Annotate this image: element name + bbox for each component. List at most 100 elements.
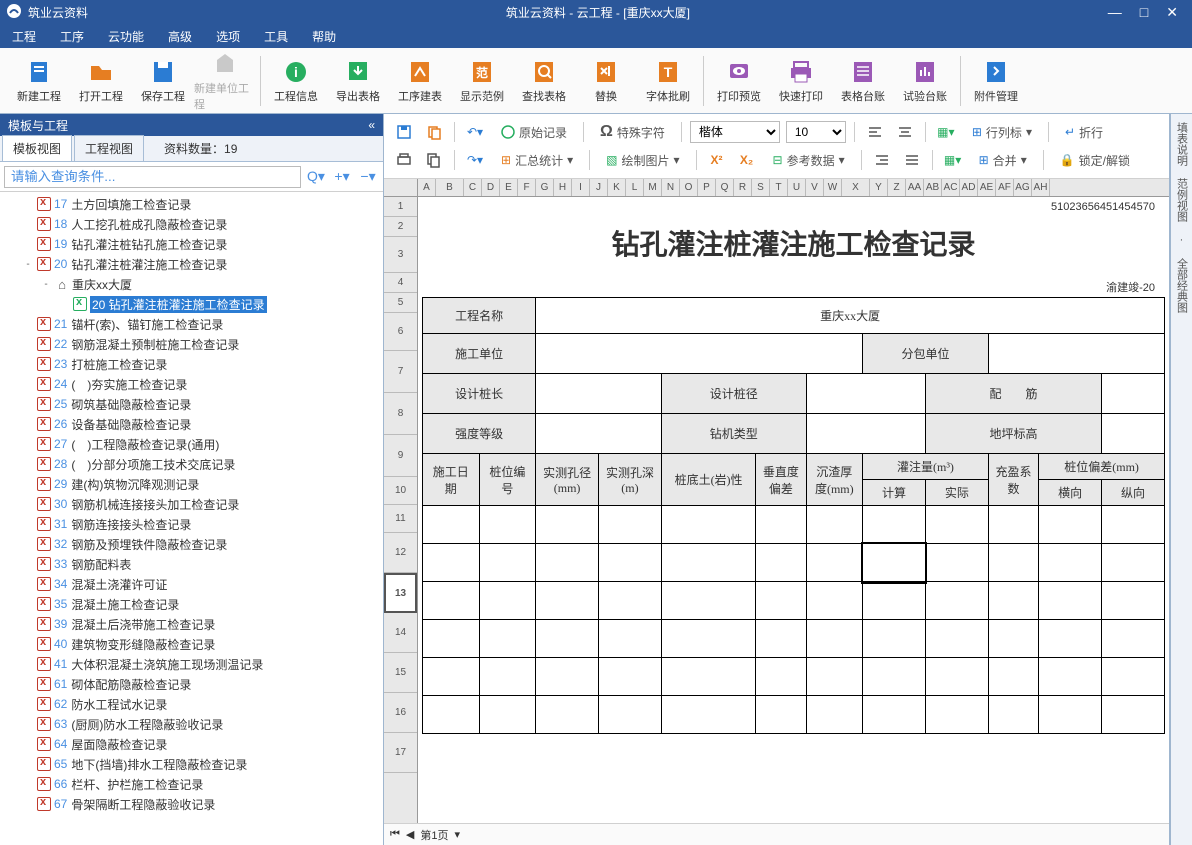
merge-button[interactable]: ⊞合并▾: [971, 148, 1035, 172]
value-strength[interactable]: [536, 414, 662, 454]
search-icon[interactable]: Q▾: [305, 166, 327, 188]
menu-project[interactable]: 工程: [12, 28, 36, 45]
ribbon-快速打印[interactable]: 快速打印: [770, 50, 832, 112]
maximize-button[interactable]: □: [1140, 4, 1148, 21]
value-design-length[interactable]: [536, 374, 662, 414]
tree-item[interactable]: 64屋面隐蔽检查记录: [4, 734, 383, 754]
tree-item[interactable]: 35混凝土施工检查记录: [4, 594, 383, 614]
redo-icon[interactable]: ↷▾: [463, 148, 487, 172]
tree-item[interactable]: 17土方回填施工检查记录: [4, 194, 383, 214]
ribbon-新建工程[interactable]: 新建工程: [8, 50, 70, 112]
col-header[interactable]: G: [536, 179, 554, 196]
col-header[interactable]: A: [418, 179, 436, 196]
tree-item[interactable]: 61砌体配筋隐蔽检查记录: [4, 674, 383, 694]
tree-item[interactable]: -⌂重庆xx大厦: [4, 274, 383, 294]
tree-item[interactable]: 34混凝土浇灌许可证: [4, 574, 383, 594]
reference-data-button[interactable]: ⊟参考数据▾: [765, 148, 853, 172]
ribbon-附件管理[interactable]: 附件管理: [965, 50, 1027, 112]
menu-process[interactable]: 工序: [60, 28, 84, 45]
first-page-icon[interactable]: ⏮: [390, 828, 400, 841]
col-header[interactable]: X: [842, 179, 870, 196]
col-header[interactable]: J: [590, 179, 608, 196]
row-header[interactable]: 14: [384, 613, 417, 653]
tree-item[interactable]: 27( )工程隐蔽检查记录(通用): [4, 434, 383, 454]
col-header[interactable]: AA: [906, 179, 924, 196]
col-header[interactable]: D: [482, 179, 500, 196]
col-header[interactable]: U: [788, 179, 806, 196]
row-header[interactable]: 15: [384, 653, 417, 693]
ribbon-显示范例[interactable]: 范显示范例: [451, 50, 513, 112]
col-header[interactable]: Z: [888, 179, 906, 196]
tab-template-view[interactable]: 模板视图: [2, 135, 72, 161]
ribbon-工程信息[interactable]: i工程信息: [265, 50, 327, 112]
prev-page-icon[interactable]: ◀: [406, 828, 414, 841]
lock-button[interactable]: 🔒锁定/解锁: [1052, 148, 1138, 172]
subscript-icon[interactable]: X₂: [735, 148, 759, 172]
col-header[interactable]: Y: [870, 179, 888, 196]
add-icon[interactable]: +▾: [331, 166, 353, 188]
tree-item[interactable]: 20 钻孔灌注桩灌注施工检查记录: [4, 294, 383, 314]
value-drill-type[interactable]: [806, 414, 925, 454]
col-header[interactable]: F: [518, 179, 536, 196]
tree-item[interactable]: -20钻孔灌注桩灌注施工检查记录: [4, 254, 383, 274]
col-header[interactable]: S: [752, 179, 770, 196]
superscript-icon[interactable]: X²: [705, 148, 729, 172]
col-header[interactable]: E: [500, 179, 518, 196]
tree-item[interactable]: 28( )分部分项施工技术交底记录: [4, 454, 383, 474]
search-input[interactable]: [4, 166, 301, 188]
col-header[interactable]: AD: [960, 179, 978, 196]
row-header[interactable]: 9: [384, 435, 417, 477]
col-header[interactable]: AE: [978, 179, 996, 196]
col-header[interactable]: T: [770, 179, 788, 196]
ribbon-导出表格[interactable]: 导出表格: [327, 50, 389, 112]
row-header[interactable]: 2: [384, 217, 417, 237]
align-justify-icon[interactable]: [900, 148, 924, 172]
tree-item[interactable]: 39混凝土后浇带施工检查记录: [4, 614, 383, 634]
row-header[interactable]: 3: [384, 237, 417, 273]
tree-item[interactable]: 22钢筋混凝土预制桩施工检查记录: [4, 334, 383, 354]
ribbon-替换[interactable]: 替换: [575, 50, 637, 112]
ribbon-字体批刷[interactable]: T字体批刷: [637, 50, 699, 112]
table-tool-icon[interactable]: ▦▾: [934, 120, 958, 144]
col-header[interactable]: P: [698, 179, 716, 196]
col-header[interactable]: I: [572, 179, 590, 196]
align-center-icon[interactable]: [893, 120, 917, 144]
menu-help[interactable]: 帮助: [312, 28, 336, 45]
tree-item[interactable]: 67骨架隔断工程隐蔽验收记录: [4, 794, 383, 814]
row-header[interactable]: 11: [384, 505, 417, 533]
row-header[interactable]: 8: [384, 393, 417, 435]
font-size-select[interactable]: 10: [786, 121, 846, 143]
tree-item[interactable]: 19钻孔灌注桩钻孔施工检查记录: [4, 234, 383, 254]
collapse-left-icon[interactable]: «: [368, 118, 375, 132]
wrap-button[interactable]: ↵折行: [1057, 120, 1111, 144]
align-right-icon[interactable]: [870, 148, 894, 172]
sheet-content[interactable]: 51023656451454570 钻孔灌注桩灌注施工检查记录 渝建竣-20 工…: [418, 197, 1169, 823]
ribbon-查找表格[interactable]: 查找表格: [513, 50, 575, 112]
font-select[interactable]: 楷体: [690, 121, 780, 143]
col-header[interactable]: AH: [1032, 179, 1050, 196]
col-header[interactable]: Q: [716, 179, 734, 196]
ribbon-保存工程[interactable]: 保存工程: [132, 50, 194, 112]
tree-item[interactable]: 29建(构)筑物沉降观测记录: [4, 474, 383, 494]
row-header[interactable]: 17: [384, 733, 417, 773]
remove-icon[interactable]: −▾: [357, 166, 379, 188]
ribbon-试验台账[interactable]: 试验台账: [894, 50, 956, 112]
tree-item[interactable]: 18人工挖孔桩成孔隐蔽检查记录: [4, 214, 383, 234]
cell-style-icon[interactable]: ▦▾: [941, 148, 965, 172]
summary-button[interactable]: ⊞汇总统计▾: [493, 148, 581, 172]
row-header[interactable]: 5: [384, 293, 417, 313]
tree-item[interactable]: 30钢筋机械连接接头加工检查记录: [4, 494, 383, 514]
sidebar-fill-instructions[interactable]: 填表说明: [1174, 122, 1190, 166]
tab-project-view[interactable]: 工程视图: [74, 135, 144, 161]
value-sub-unit[interactable]: [988, 334, 1164, 374]
copy-icon[interactable]: [422, 148, 446, 172]
col-header[interactable]: K: [608, 179, 626, 196]
row-header[interactable]: 7: [384, 351, 417, 393]
tree-item[interactable]: 62防水工程试水记录: [4, 694, 383, 714]
ribbon-表格台账[interactable]: 表格台账: [832, 50, 894, 112]
sidebar-example-view[interactable]: 范例视图 · 全部经典图: [1174, 178, 1190, 313]
col-header[interactable]: AB: [924, 179, 942, 196]
tree-view[interactable]: 17土方回填施工检查记录18人工挖孔桩成孔隐蔽检查记录19钻孔灌注桩钻孔施工检查…: [0, 192, 383, 845]
row-header[interactable]: 10: [384, 477, 417, 505]
tree-item[interactable]: 21锚杆(索)、锚钉施工检查记录: [4, 314, 383, 334]
